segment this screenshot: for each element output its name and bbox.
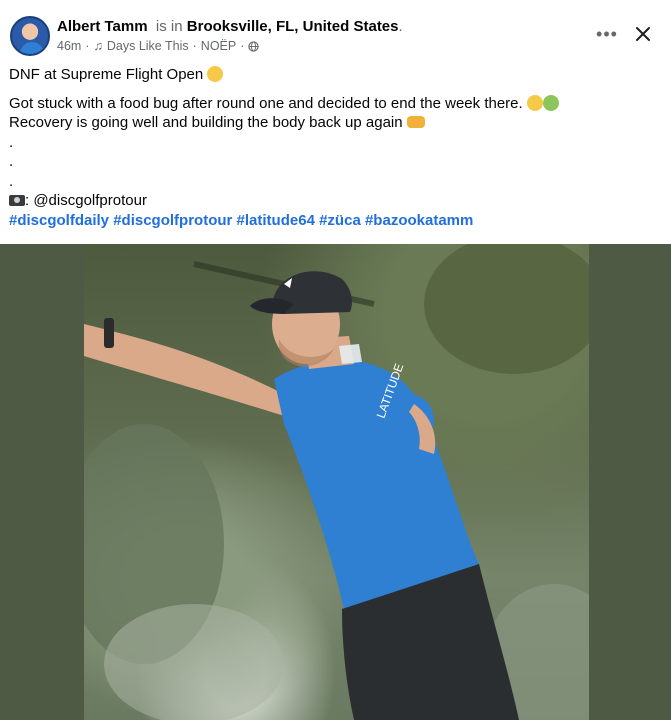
- dot-line: .: [9, 153, 14, 170]
- close-button[interactable]: [629, 20, 657, 48]
- hashtags: #discgolfdaily #discgolfprotour #latitud…: [9, 211, 659, 231]
- song-title[interactable]: Days Like This: [107, 38, 189, 55]
- author-line: Albert Tamm is in Brooksville, FL, Unite…: [57, 17, 403, 37]
- location-link[interactable]: Brooksville, FL, United States: [187, 18, 399, 35]
- dot-line: .: [9, 133, 14, 151]
- sad-face-emoji-icon: [207, 66, 224, 82]
- post-line-1: DNF at Supreme Flight Open: [9, 65, 659, 85]
- globe-icon[interactable]: [248, 41, 260, 52]
- post-line-2: Got stuck with a food bug after round on…: [9, 94, 659, 114]
- more-options-button[interactable]: •••: [595, 22, 619, 46]
- is-in-text: is in: [155, 18, 183, 35]
- post-media: LATITUDE: [0, 244, 671, 720]
- timestamp[interactable]: 46m: [57, 38, 81, 55]
- dot-line: .: [9, 172, 14, 190]
- hashtag-link[interactable]: #discgolfdaily: [9, 212, 109, 229]
- location-suffix: .: [398, 18, 403, 35]
- flushed-face-emoji-icon: [526, 94, 543, 111]
- separator-2: ·: [192, 39, 197, 53]
- post-line-3: Recovery is going well and building the …: [9, 113, 659, 133]
- post-header: Albert Tamm is in Brooksville, FL, Unite…: [0, 0, 671, 70]
- hashtag-link[interactable]: #latitude64: [237, 212, 315, 229]
- photo-illustration: LATITUDE: [84, 244, 589, 720]
- author-avatar[interactable]: [10, 16, 50, 56]
- nauseated-face-emoji-icon: [542, 94, 559, 111]
- post-meta: 46m · ♫ Days Like This · NOËP ·: [57, 38, 260, 55]
- handshake-emoji-icon: [406, 116, 425, 128]
- hashtag-link[interactable]: #bazookatamm: [365, 212, 473, 229]
- close-icon: [636, 27, 650, 41]
- separator: ·: [85, 39, 90, 53]
- post-photo[interactable]: LATITUDE: [84, 244, 589, 720]
- post-text: DNF at Supreme Flight Open Got stuck wit…: [9, 65, 659, 230]
- hashtag-link[interactable]: #züca: [319, 212, 361, 229]
- song-artist[interactable]: NOËP: [201, 38, 236, 55]
- author-name[interactable]: Albert Tamm: [57, 18, 148, 35]
- camera-icon: [9, 195, 25, 206]
- separator-3: ·: [240, 39, 245, 53]
- music-note-icon: ♫: [93, 39, 103, 53]
- photo-credit: : @discgolfprotour: [9, 191, 659, 211]
- hashtag-link[interactable]: #discgolfprotour: [113, 212, 232, 229]
